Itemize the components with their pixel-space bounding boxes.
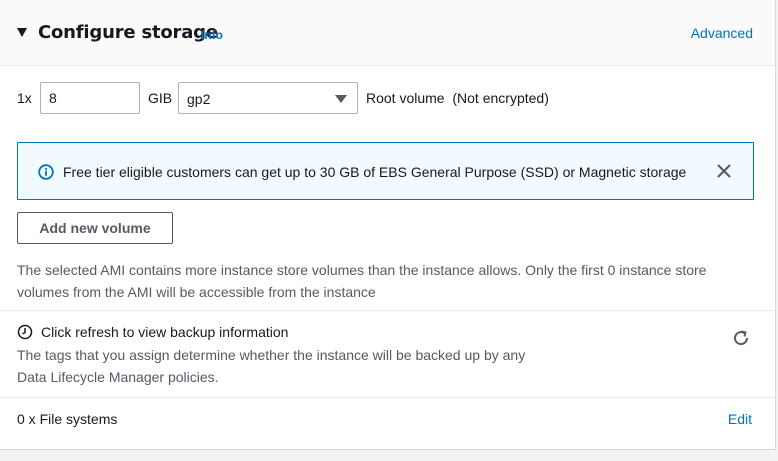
advanced-link[interactable]: Advanced — [691, 25, 753, 41]
add-new-volume-button[interactable]: Add new volume — [17, 212, 173, 244]
configure-storage-panel: Configure storage Info Advanced 1x GIB g… — [0, 0, 776, 450]
backup-description-line: The tags that you assign determine wheth… — [17, 347, 526, 363]
ami-instance-store-note: The selected AMI contains more instance … — [17, 262, 707, 300]
chevron-down-icon — [335, 95, 347, 103]
info-link[interactable]: Info — [201, 28, 223, 42]
volume-row: 1x GIB gp2 Root volume (Not encrypted) — [0, 82, 775, 114]
volume-size-input[interactable] — [40, 82, 140, 114]
collapse-caret-icon[interactable] — [17, 28, 27, 37]
backup-info-title: Click refresh to view backup information — [41, 324, 289, 340]
root-volume-label: Root volume (Not encrypted) — [366, 90, 549, 106]
edit-file-systems-link[interactable]: Edit — [728, 411, 752, 427]
volume-type-select[interactable]: gp2 — [178, 82, 358, 114]
volume-quantity-label: 1x — [17, 90, 32, 106]
backup-description-line: Data Lifecycle Manager policies. — [17, 369, 219, 385]
file-systems-label: 0 x File systems — [17, 411, 118, 427]
volume-unit-label: GIB — [148, 90, 173, 106]
free-tier-alert: Free tier eligible customers can get up … — [17, 142, 754, 200]
panel-header: Configure storage Info Advanced — [0, 0, 775, 66]
info-icon — [38, 164, 54, 180]
divider — [0, 310, 775, 311]
panel-title: Configure storage — [38, 22, 218, 43]
volume-type-value: gp2 — [187, 91, 211, 107]
alert-message: Free tier eligible customers can get up … — [63, 164, 687, 180]
backup-description: The tags that you assign determine wheth… — [17, 344, 577, 388]
refresh-icon[interactable] — [731, 328, 751, 348]
close-icon[interactable] — [715, 162, 733, 180]
clock-icon — [17, 324, 33, 340]
divider — [0, 397, 775, 398]
